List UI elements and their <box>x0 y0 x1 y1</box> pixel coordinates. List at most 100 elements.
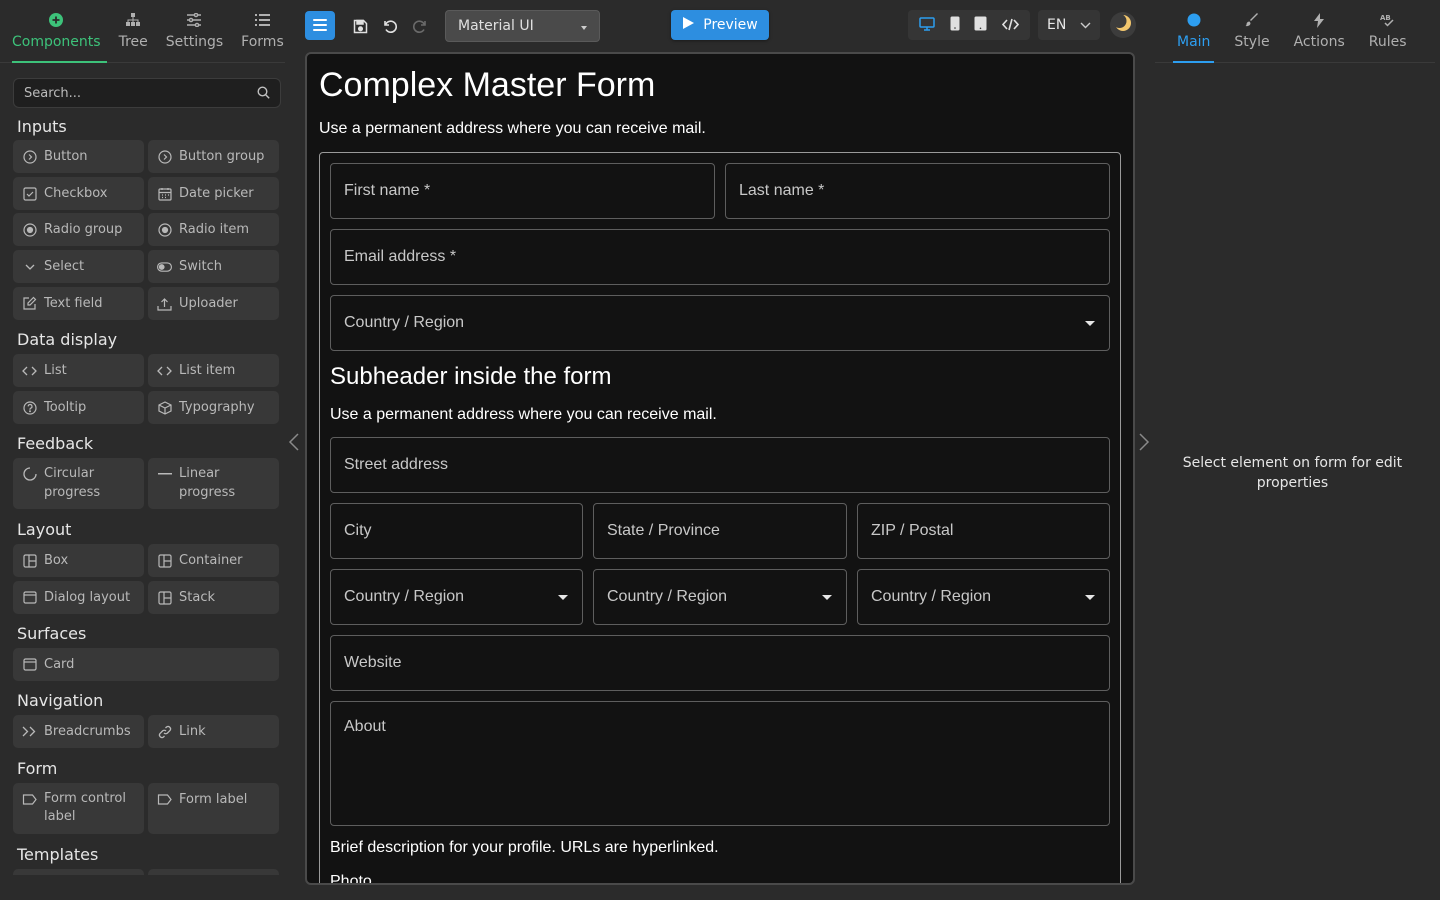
component-breadcrumbs[interactable]: Breadcrumbs <box>13 715 144 748</box>
component-radio-group[interactable]: Radio group <box>13 213 144 246</box>
left-tabs: Components Tree Settings Forms <box>0 0 285 63</box>
component-template-partial[interactable] <box>148 869 279 875</box>
redo-icon[interactable] <box>410 16 430 36</box>
component-button-group[interactable]: Button group <box>148 140 279 173</box>
preview-label: Preview <box>703 17 758 33</box>
moon-icon <box>1112 14 1132 36</box>
tab-forms[interactable]: Forms <box>235 0 290 62</box>
desktop-icon[interactable] <box>919 16 935 35</box>
component-card[interactable]: Card <box>13 648 279 681</box>
tab-label: Settings <box>165 34 224 50</box>
last-name-field[interactable]: Last name * <box>725 163 1110 219</box>
component-container[interactable]: Container <box>148 544 279 577</box>
component-tooltip[interactable]: Tooltip <box>13 391 144 424</box>
tab-main[interactable]: Main <box>1172 0 1215 63</box>
zip-field[interactable]: ZIP / Postal <box>857 503 1110 559</box>
tab-tree[interactable]: Tree <box>113 0 154 62</box>
component-list-item[interactable]: List item <box>148 354 279 387</box>
undo-icon[interactable] <box>380 16 400 36</box>
component-label: Radio group <box>44 222 123 237</box>
collapse-left-panel-icon[interactable] <box>288 432 300 456</box>
tab-label: Actions <box>1293 34 1345 50</box>
component-label: Form label <box>179 792 248 807</box>
code-icon <box>157 363 172 378</box>
country-select[interactable]: Country / Region <box>593 569 847 625</box>
country-select[interactable]: Country / Region <box>330 569 583 625</box>
tab-actions[interactable]: Actions <box>1294 0 1345 62</box>
component-uploader[interactable]: Uploader <box>148 287 279 320</box>
layout-icon <box>157 553 172 568</box>
country-select[interactable]: Country / Region <box>857 569 1110 625</box>
component-select[interactable]: Select <box>13 250 144 283</box>
component-stack[interactable]: Stack <box>148 581 279 614</box>
form-canvas: Complex Master Form Use a permanent addr… <box>305 52 1135 885</box>
city-field[interactable]: City <box>330 503 583 559</box>
component-checkbox[interactable]: Checkbox <box>13 177 144 210</box>
about-helper-text: Brief description for your profile. URLs… <box>330 839 719 856</box>
tab-rules[interactable]: AB Rules <box>1369 0 1407 62</box>
theme-select[interactable]: Material UI <box>445 10 600 42</box>
country-select[interactable]: Country / Region <box>330 295 1110 351</box>
button-icon <box>22 149 37 164</box>
component-switch[interactable]: Switch <box>148 250 279 283</box>
tab-style[interactable]: Style <box>1234 0 1270 62</box>
component-label: Linear progress <box>179 466 236 500</box>
about-textarea[interactable]: About <box>330 701 1110 826</box>
tab-components[interactable]: Components <box>6 0 107 63</box>
tab-settings[interactable]: Settings <box>160 0 229 62</box>
component-box[interactable]: Box <box>13 544 144 577</box>
linear-progress-icon <box>157 466 172 481</box>
window-icon <box>22 657 37 672</box>
layout-icon <box>22 553 37 568</box>
component-label: Circular progress <box>44 466 101 500</box>
category-layout: Layout <box>17 520 72 539</box>
street-address-field[interactable]: Street address <box>330 437 1110 493</box>
component-link[interactable]: Link <box>148 715 279 748</box>
component-text-field[interactable]: Text field <box>13 287 144 320</box>
circular-progress-icon <box>22 466 37 481</box>
tab-label: Rules <box>1368 34 1407 50</box>
component-button[interactable]: Button <box>13 140 144 173</box>
tablet-icon[interactable] <box>974 16 987 35</box>
website-field[interactable]: Website <box>330 635 1110 691</box>
search-icon[interactable] <box>257 84 270 103</box>
menu-button[interactable] <box>305 11 335 40</box>
properties-panel: Main Style Actions AB Rules Select eleme… <box>1155 0 1440 900</box>
component-radio-item[interactable]: Radio item <box>148 213 279 246</box>
first-name-field[interactable]: First name * <box>330 163 715 219</box>
spellcheck-icon: AB <box>1380 12 1396 28</box>
collapse-right-panel-icon[interactable] <box>1138 432 1150 456</box>
component-date-picker[interactable]: Date picker <box>148 177 279 210</box>
component-linear-progress[interactable]: Linear progress <box>148 458 279 509</box>
tag-icon <box>157 792 172 807</box>
preview-button[interactable]: Preview <box>671 10 769 40</box>
category-navigation: Navigation <box>17 691 104 710</box>
code-icon[interactable] <box>1001 16 1019 35</box>
component-typography[interactable]: Typography <box>148 391 279 424</box>
component-dialog-layout[interactable]: Dialog layout <box>13 581 144 614</box>
component-form-label[interactable]: Form label <box>148 783 279 834</box>
email-field[interactable]: Email address * <box>330 229 1110 285</box>
chevron-down-icon <box>22 259 37 274</box>
field-label: Country / Region <box>344 314 465 331</box>
save-icon[interactable] <box>350 16 370 36</box>
field-label: First name * <box>344 182 431 199</box>
component-form-control-label[interactable]: Form control label <box>13 783 144 834</box>
mobile-icon[interactable] <box>950 16 960 35</box>
components-panel: Components Tree Settings Forms Search...… <box>0 0 290 900</box>
search-input[interactable] <box>24 85 257 101</box>
component-label: Text field <box>44 296 103 311</box>
form-title: Complex Master Form <box>319 66 656 104</box>
chevron-down-icon <box>581 18 587 34</box>
state-field[interactable]: State / Province <box>593 503 847 559</box>
tab-label: Components <box>12 34 101 50</box>
menu-icon <box>313 16 327 35</box>
field-label: Street address <box>344 456 449 473</box>
theme-toggle-button[interactable] <box>1110 12 1136 38</box>
component-list[interactable]: List <box>13 354 144 387</box>
language-select[interactable]: EN <box>1038 10 1100 40</box>
bolt-icon <box>1314 12 1325 28</box>
component-template-partial[interactable] <box>13 869 144 875</box>
form-container[interactable]: First name * Last name * Email address *… <box>319 152 1121 883</box>
component-circular-progress[interactable]: Circular progress <box>13 458 144 509</box>
